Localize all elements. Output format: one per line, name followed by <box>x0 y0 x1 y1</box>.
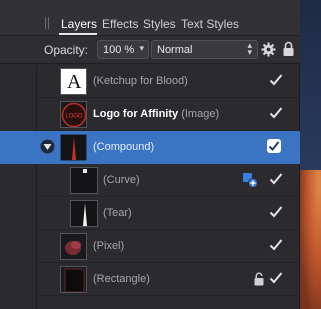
layer-type-label: (Image) <box>181 108 220 120</box>
pixel-thumbnail-icon <box>61 234 86 259</box>
letter-a-glyph: A <box>67 71 82 93</box>
tab-text-styles[interactable]: Text Styles <box>181 17 239 31</box>
blend-mode-select[interactable]: Normal ▴ ▾ <box>151 40 258 59</box>
visibility-check-icon[interactable] <box>269 172 283 186</box>
opacity-label: Opacity: <box>44 43 89 57</box>
panel-tab-bar: Layers Effects Styles Text Styles <box>0 0 300 36</box>
layer-row-curve[interactable]: (Curve) <box>37 164 300 197</box>
layer-type-label: (Curve) <box>103 174 140 186</box>
layer-row-compound[interactable]: (Compound) <box>37 131 300 164</box>
add-shape-icon[interactable] <box>242 172 258 188</box>
chevron-down-icon: ▾ <box>139 43 144 53</box>
visibility-check-icon[interactable] <box>269 106 283 120</box>
visibility-check-icon[interactable] <box>269 238 283 252</box>
selection-highlight-left <box>0 131 37 164</box>
layer-type-label: (Ketchup for Blood) <box>93 75 188 87</box>
visibility-check-icon[interactable] <box>269 205 283 219</box>
curve-thumbnail-icon <box>71 168 97 193</box>
layer-type-label: (Tear) <box>103 207 132 219</box>
layer-thumbnail <box>70 200 98 227</box>
layer-thumbnail <box>60 266 87 293</box>
layer-type-label: (Compound) <box>93 141 155 153</box>
layer-row-ketchup[interactable]: A (Ketchup for Blood) <box>37 65 300 98</box>
layer-name: Logo for Affinity <box>93 108 179 120</box>
layer-thumbnail: A <box>60 68 87 95</box>
layer-row-rectangle[interactable]: (Rectangle) <box>37 263 300 296</box>
visibility-checkbox[interactable] <box>267 139 281 153</box>
opacity-value: 100 % <box>103 44 135 56</box>
blend-mode-value: Normal <box>157 44 193 56</box>
logo-thumbnail-icon: LOGO <box>61 102 86 127</box>
layer-thumbnail <box>70 167 98 194</box>
drag-grip-icon[interactable] <box>45 17 49 29</box>
check-icon <box>268 141 280 151</box>
logo-thumbnail-text: LOGO <box>65 114 83 120</box>
layer-row-logo[interactable]: LOGO Logo for Affinity (Image) <box>37 98 300 131</box>
lock-icon[interactable] <box>283 41 294 57</box>
visibility-check-icon[interactable] <box>269 271 283 285</box>
gear-icon[interactable] <box>261 42 276 57</box>
layer-type-label: (Pixel) <box>93 240 125 252</box>
opacity-dropdown[interactable]: 100 % ▾ <box>97 40 149 59</box>
compound-thumbnail-icon <box>61 135 86 160</box>
tab-layers[interactable]: Layers <box>61 17 97 31</box>
layer-row-tear[interactable]: (Tear) <box>37 197 300 230</box>
layer-thumbnail: LOGO <box>60 101 87 128</box>
tab-effects[interactable]: Effects <box>102 17 138 31</box>
active-tab-indicator <box>59 33 97 35</box>
stepper-arrows-icon: ▴ ▾ <box>247 40 252 57</box>
rectangle-thumbnail-icon <box>61 267 86 292</box>
tear-thumbnail-icon <box>71 201 97 226</box>
desktop-wallpaper <box>300 0 321 309</box>
layer-lock-icon[interactable] <box>254 272 264 286</box>
app-window: Layers Effects Styles Text Styles Opacit… <box>0 0 321 309</box>
expand-triangle-icon[interactable] <box>40 139 55 154</box>
visibility-check-icon[interactable] <box>269 73 283 87</box>
layer-name-label: Logo for Affinity (Image) <box>93 108 219 121</box>
layers-panel: Layers Effects Styles Text Styles Opacit… <box>0 0 300 309</box>
tab-styles[interactable]: Styles <box>143 17 176 31</box>
layer-thumbnail <box>60 233 87 260</box>
layer-type-label: (Rectangle) <box>93 273 150 285</box>
layer-thumbnail <box>60 134 87 161</box>
layer-row-pixel[interactable]: (Pixel) <box>37 230 300 263</box>
layer-options-bar: Opacity: 100 % ▾ Normal ▴ ▾ <box>0 36 300 64</box>
